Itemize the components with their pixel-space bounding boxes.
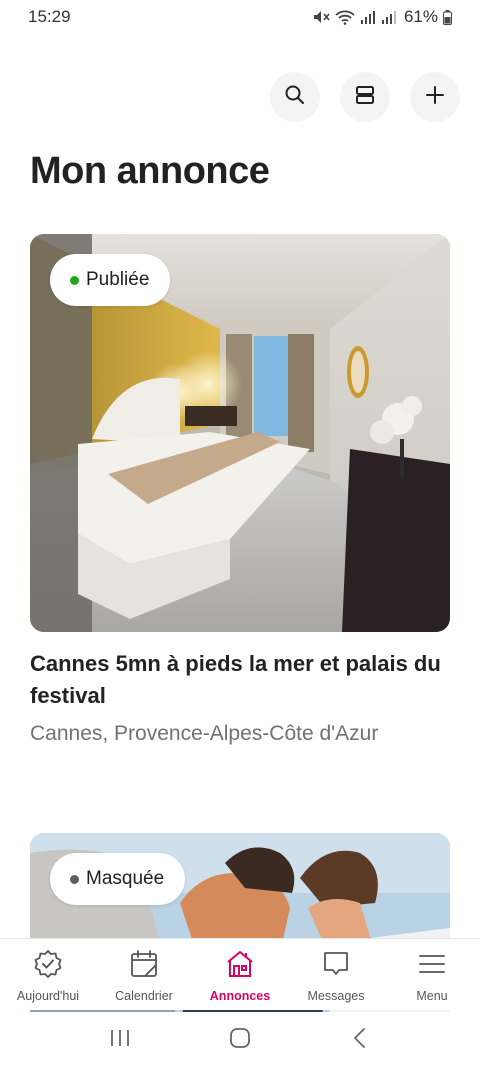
battery-level: 61% bbox=[403, 7, 438, 26]
home-icon bbox=[228, 1026, 252, 1055]
signal-icon bbox=[360, 9, 376, 25]
bottom-nav: Aujourd'hui Calendrier Annonces Messages… bbox=[0, 938, 480, 1010]
nav-label: Messages bbox=[307, 989, 365, 1003]
header-actions bbox=[270, 72, 460, 122]
recents-icon bbox=[108, 1028, 132, 1053]
layout-icon bbox=[354, 84, 376, 111]
back-button[interactable] bbox=[330, 1021, 390, 1061]
nav-item-menu[interactable]: Menu bbox=[384, 949, 480, 1010]
battery-icon bbox=[443, 9, 452, 25]
mute-icon bbox=[312, 9, 330, 25]
calendar-icon bbox=[129, 949, 159, 984]
nav-label: Annonces bbox=[209, 989, 271, 1003]
plus-icon bbox=[424, 84, 446, 111]
status-bar: 15:29 61% bbox=[0, 0, 480, 34]
nav-label: Aujourd'hui bbox=[16, 989, 80, 1003]
status-badge: Publiée bbox=[50, 254, 171, 306]
status-dot bbox=[70, 874, 79, 884]
add-listing-button[interactable] bbox=[410, 72, 460, 122]
wifi-icon bbox=[335, 9, 355, 25]
status-time: 15:29 bbox=[28, 7, 71, 26]
message-icon bbox=[321, 949, 351, 984]
status-badge: Masquée bbox=[50, 853, 186, 905]
nav-item-messages[interactable]: Messages bbox=[288, 949, 384, 1010]
nav-label: Menu bbox=[416, 989, 448, 1003]
checkbadge-icon bbox=[33, 949, 63, 984]
system-nav bbox=[0, 1012, 480, 1069]
search-button[interactable] bbox=[270, 72, 320, 122]
home-button[interactable] bbox=[210, 1021, 270, 1061]
nav-label: Calendrier bbox=[115, 989, 173, 1003]
listing-title[interactable]: Cannes 5mn à pieds la mer et palais du f… bbox=[30, 648, 460, 712]
nav-item-today[interactable]: Aujourd'hui bbox=[0, 949, 96, 1010]
search-icon bbox=[284, 84, 306, 111]
status-label: Masquée bbox=[86, 868, 165, 889]
status-dot bbox=[70, 275, 79, 285]
recents-button[interactable] bbox=[90, 1021, 150, 1061]
status-icons: 61% bbox=[312, 7, 452, 27]
listing-photo[interactable]: Publiée bbox=[30, 234, 450, 632]
nav-item-listings[interactable]: Annonces bbox=[192, 949, 288, 1010]
page-title: Mon annonce bbox=[30, 150, 270, 192]
status-label: Publiée bbox=[86, 269, 150, 290]
back-icon bbox=[350, 1026, 370, 1055]
menu-icon bbox=[417, 949, 447, 984]
nav-item-calendar[interactable]: Calendrier bbox=[96, 949, 192, 1010]
listing-location: Cannes, Provence-Alpes-Côte d'Azur bbox=[30, 722, 379, 745]
house-icon bbox=[225, 949, 255, 984]
layout-toggle-button[interactable] bbox=[340, 72, 390, 122]
signal-icon bbox=[381, 9, 397, 25]
